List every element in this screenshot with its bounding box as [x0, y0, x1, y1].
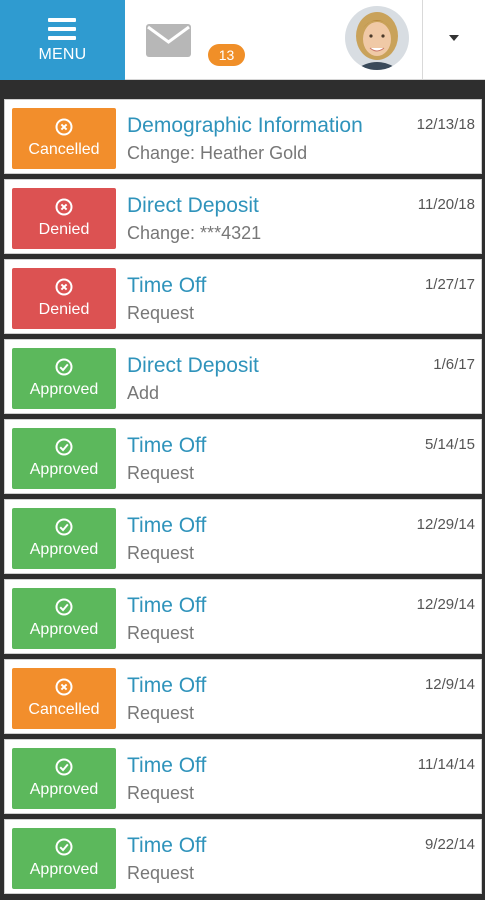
status-badge: Approved	[12, 748, 116, 809]
request-date: 11/14/14	[417, 756, 475, 773]
menu-button[interactable]: MENU	[0, 0, 125, 80]
request-date: 12/29/14	[416, 596, 475, 613]
check-circle-icon	[55, 758, 73, 776]
mail-icon[interactable]	[146, 24, 191, 57]
request-subtitle: Request	[127, 303, 195, 323]
request-date: 9/22/14	[424, 836, 475, 853]
x-circle-icon	[55, 198, 73, 216]
status-badge: Approved	[12, 428, 116, 489]
request-date: 1/27/17	[424, 276, 475, 293]
request-title[interactable]: Time Off	[127, 594, 206, 618]
request-subtitle: Add	[127, 383, 160, 403]
request-title[interactable]: Time Off	[127, 514, 206, 538]
request-date: 12/29/14	[416, 516, 475, 533]
status-label: Cancelled	[28, 141, 100, 158]
request-date: 12/9/14	[424, 676, 475, 693]
list-item[interactable]: Approved Time Off Request 5/14/15	[4, 419, 482, 494]
status-badge: Approved	[12, 348, 116, 409]
request-title[interactable]: Direct Deposit	[127, 194, 259, 218]
check-circle-icon	[55, 598, 73, 616]
status-label: Denied	[38, 301, 90, 318]
list-item[interactable]: Approved Time Off Request 9/22/14	[4, 819, 482, 894]
status-label: Approved	[29, 861, 99, 878]
request-date: 5/14/15	[424, 436, 475, 453]
status-badge: Cancelled	[12, 668, 116, 729]
hamburger-icon	[48, 18, 76, 40]
request-title[interactable]: Time Off	[127, 674, 206, 698]
request-date: 1/6/17	[433, 356, 475, 373]
status-label: Cancelled	[28, 701, 100, 718]
status-badge: Denied	[12, 188, 116, 249]
status-badge: Denied	[12, 268, 116, 329]
request-title[interactable]: Direct Deposit	[127, 354, 259, 378]
request-subtitle: Request	[127, 543, 195, 563]
list-item[interactable]: Denied Time Off Request 1/27/17	[4, 259, 482, 334]
request-subtitle: Change: ***4321	[127, 223, 262, 243]
check-circle-icon	[55, 838, 73, 856]
request-title[interactable]: Time Off	[127, 754, 206, 778]
status-label: Denied	[38, 221, 90, 238]
status-label: Approved	[29, 541, 99, 558]
check-circle-icon	[55, 438, 73, 456]
status-label: Approved	[29, 621, 99, 638]
message-count-badge[interactable]: 13	[208, 44, 245, 66]
status-badge: Approved	[12, 508, 116, 569]
status-badge: Approved	[12, 588, 116, 649]
request-title[interactable]: Time Off	[127, 274, 206, 298]
request-subtitle: Request	[127, 463, 195, 483]
check-circle-icon	[55, 518, 73, 536]
top-bar: MENU 13	[0, 0, 485, 80]
list-item[interactable]: Cancelled Time Off Request 12/9/14	[4, 659, 482, 734]
status-label: Approved	[29, 461, 99, 478]
status-label: Approved	[29, 781, 99, 798]
user-avatar[interactable]	[345, 6, 409, 70]
request-title[interactable]: Time Off	[127, 834, 206, 858]
request-subtitle: Change: Heather Gold	[127, 143, 308, 163]
request-subtitle: Request	[127, 783, 195, 803]
list-item[interactable]: Approved Direct Deposit Add 1/6/17	[4, 339, 482, 414]
menu-label: MENU	[38, 46, 87, 63]
x-circle-icon	[55, 278, 73, 296]
request-list: Cancelled Demographic Information Change: …	[4, 99, 482, 899]
request-date: 11/20/18	[417, 196, 475, 213]
request-subtitle: Request	[127, 863, 195, 883]
header-divider	[422, 0, 423, 79]
status-badge: Cancelled	[12, 108, 116, 169]
list-item[interactable]: Denied Direct Deposit Change: ***4321 11/20…	[4, 179, 482, 254]
request-subtitle: Request	[127, 703, 195, 723]
x-circle-icon	[55, 678, 73, 696]
x-circle-icon	[55, 118, 73, 136]
status-badge: Approved	[12, 828, 116, 889]
request-date: 12/13/18	[416, 116, 475, 133]
chevron-down-icon[interactable]	[449, 35, 459, 41]
check-circle-icon	[55, 358, 73, 376]
request-title[interactable]: Demographic Information	[127, 114, 363, 138]
list-item[interactable]: Cancelled Demographic Information Change: …	[4, 99, 482, 174]
list-item[interactable]: Approved Time Off Request 11/14/14	[4, 739, 482, 814]
status-label: Approved	[29, 381, 99, 398]
list-item[interactable]: Approved Time Off Request 12/29/14	[4, 499, 482, 574]
request-title[interactable]: Time Off	[127, 434, 206, 458]
list-item[interactable]: Approved Time Off Request 12/29/14	[4, 579, 482, 654]
request-subtitle: Request	[127, 623, 195, 643]
